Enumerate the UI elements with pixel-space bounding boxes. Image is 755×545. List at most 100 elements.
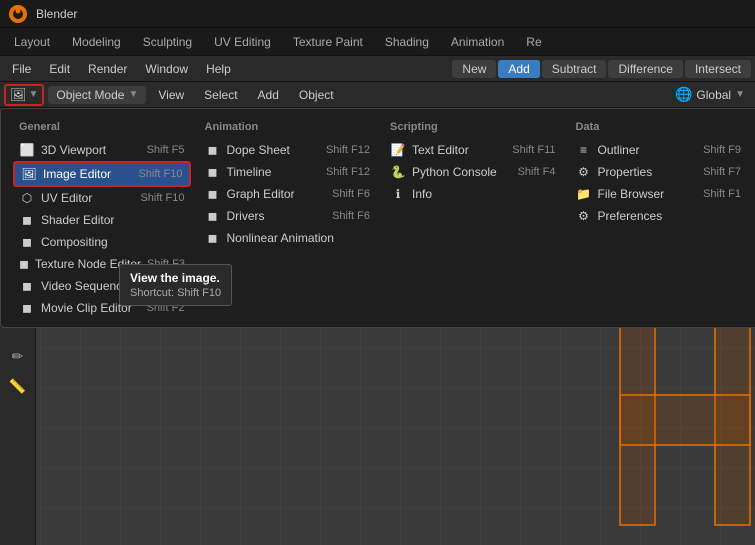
menu-item-file-browser[interactable]: 📁 File Browser Shift F1 [570, 183, 748, 205]
outliner-shortcut: Shift F9 [703, 144, 741, 156]
dope-sheet-label: Dope Sheet [227, 143, 290, 157]
toolbar-object[interactable]: Object [291, 86, 342, 104]
graph-editor-icon: ◼ [205, 186, 221, 202]
dope-sheet-icon: ◼ [205, 142, 221, 158]
timeline-shortcut: Shift F12 [326, 166, 370, 178]
file-browser-shortcut: Shift F1 [703, 188, 741, 200]
general-section-title: General [13, 117, 191, 137]
menu-item-properties[interactable]: ⚙ Properties Shift F7 [570, 161, 748, 183]
menu-item-nonlinear[interactable]: ◼ Nonlinear Animation [199, 227, 377, 249]
menu-item-outliner[interactable]: ≡ Outliner Shift F9 [570, 139, 748, 161]
menu-item-preferences[interactable]: ⚙ Preferences [570, 205, 748, 227]
header-menu-bar: File Edit Render Window Help New Add Sub… [0, 56, 755, 82]
properties-icon: ⚙ [576, 164, 592, 180]
tab-animation[interactable]: Animation [441, 31, 514, 53]
file-browser-icon: 📁 [576, 186, 592, 202]
annotate-tool-icon[interactable]: ✏ [4, 342, 32, 370]
editor-type-icon: 🖼 [10, 87, 27, 103]
image-editor-label: Image Editor [43, 167, 111, 181]
outliner-icon: ≡ [576, 142, 592, 158]
drivers-label: Drivers [227, 209, 265, 223]
menu-edit[interactable]: Edit [41, 60, 78, 78]
measure-tool-icon[interactable]: 📏 [4, 372, 32, 400]
menu-item-shader-editor[interactable]: ◼ Shader Editor [13, 209, 191, 231]
tab-texture-paint[interactable]: Texture Paint [283, 31, 373, 53]
dope-sheet-shortcut: Shift F12 [326, 144, 370, 156]
menu-item-dope-sheet[interactable]: ◼ Dope Sheet Shift F12 [199, 139, 377, 161]
preferences-icon: ⚙ [576, 208, 592, 224]
tab-shading[interactable]: Shading [375, 31, 439, 53]
tooltip-shortcut: Shortcut: Shift F10 [130, 287, 221, 299]
menu-item-python-console[interactable]: 🐍 Python Console Shift F4 [384, 161, 562, 183]
menu-item-uv-editor[interactable]: ⬡ UV Editor Shift F10 [13, 187, 191, 209]
toolbar-add[interactable]: Add [250, 86, 287, 104]
menu-item-info[interactable]: ℹ Info [384, 183, 562, 205]
dropdown-section-scripting: Scripting 📝 Text Editor Shift F11 🐍 Pyth… [380, 117, 566, 319]
viewport-toolbar: 🖼 ▼ Object Mode ▼ View Select Add Object… [0, 82, 755, 108]
tab-sculpting[interactable]: Sculpting [133, 31, 202, 53]
image-editor-icon: 🖼 [21, 166, 37, 182]
3d-viewport-icon: ⬜ [19, 142, 35, 158]
compositing-icon: ◼ [19, 234, 35, 250]
difference-button[interactable]: Difference [608, 60, 682, 78]
tab-modeling[interactable]: Modeling [62, 31, 131, 53]
tab-layout[interactable]: Layout [4, 31, 60, 53]
image-editor-shortcut: Shift F10 [138, 168, 182, 180]
main-viewport-area: User Perspective ✛ ↔ ↺ ⊞ ✏ 📏 [0, 108, 755, 545]
compositing-label: Compositing [41, 235, 108, 249]
global-chevron-icon: ▼ [735, 89, 745, 100]
menu-render[interactable]: Render [80, 60, 135, 78]
3d-viewport-shortcut: Shift F5 [147, 144, 185, 156]
intersect-button[interactable]: Intersect [685, 60, 751, 78]
texture-node-icon: ◼ [19, 256, 29, 272]
video-sequencer-icon: ◼ [19, 278, 35, 294]
menu-window[interactable]: Window [137, 60, 196, 78]
timeline-label: Timeline [227, 165, 272, 179]
uv-editor-shortcut: Shift F10 [140, 192, 184, 204]
new-button[interactable]: New [452, 60, 496, 78]
nonlinear-label: Nonlinear Animation [227, 231, 334, 245]
menu-item-image-editor[interactable]: 🖼 Image Editor Shift F10 [13, 161, 191, 187]
add-button[interactable]: Add [498, 60, 539, 78]
menu-help[interactable]: Help [198, 60, 239, 78]
drivers-shortcut: Shift F6 [332, 210, 370, 222]
tab-render[interactable]: Re [516, 31, 551, 53]
app-title: Blender [36, 7, 77, 21]
scripting-section-title: Scripting [384, 117, 562, 137]
text-editor-shortcut: Shift F11 [512, 144, 555, 156]
editor-type-button[interactable]: 🖼 ▼ [4, 84, 44, 106]
menu-file[interactable]: File [4, 60, 39, 78]
blender-logo-icon [8, 4, 28, 24]
tooltip-title: View the image. [130, 271, 221, 285]
image-editor-tooltip: View the image. Shortcut: Shift F10 [119, 264, 232, 306]
preferences-label: Preferences [598, 209, 663, 223]
graph-editor-shortcut: Shift F6 [332, 188, 370, 200]
properties-label: Properties [598, 165, 653, 179]
menu-item-graph-editor[interactable]: ◼ Graph Editor Shift F6 [199, 183, 377, 205]
python-console-label: Python Console [412, 165, 497, 179]
chevron-down-icon: ▼ [29, 89, 39, 100]
mode-label: Object Mode [56, 88, 124, 102]
menu-item-timeline[interactable]: ◼ Timeline Shift F12 [199, 161, 377, 183]
tab-uv-editing[interactable]: UV Editing [204, 31, 281, 53]
movie-clip-icon: ◼ [19, 300, 35, 316]
subtract-button[interactable]: Subtract [542, 60, 607, 78]
menu-item-compositing[interactable]: ◼ Compositing [13, 231, 191, 253]
outliner-label: Outliner [598, 143, 640, 157]
menu-item-text-editor[interactable]: 📝 Text Editor Shift F11 [384, 139, 562, 161]
workspace-tabs-bar: Layout Modeling Sculpting UV Editing Tex… [0, 28, 755, 56]
dropdown-section-data: Data ≡ Outliner Shift F9 ⚙ Properties Sh… [566, 117, 752, 319]
menu-item-drivers[interactable]: ◼ Drivers Shift F6 [199, 205, 377, 227]
toolbar-select[interactable]: Select [196, 86, 245, 104]
toolbar-view[interactable]: View [150, 86, 192, 104]
mode-dropdown[interactable]: Object Mode ▼ [48, 86, 146, 104]
text-editor-label: Text Editor [412, 143, 469, 157]
python-console-icon: 🐍 [390, 164, 406, 180]
menu-item-3d-viewport[interactable]: ⬜ 3D Viewport Shift F5 [13, 139, 191, 161]
drivers-icon: ◼ [205, 208, 221, 224]
shader-editor-icon: ◼ [19, 212, 35, 228]
global-orientation-icon: 🌐 [675, 86, 692, 103]
global-orientation-button[interactable]: 🌐 Global ▼ [669, 84, 751, 105]
timeline-icon: ◼ [205, 164, 221, 180]
graph-editor-label: Graph Editor [227, 187, 295, 201]
